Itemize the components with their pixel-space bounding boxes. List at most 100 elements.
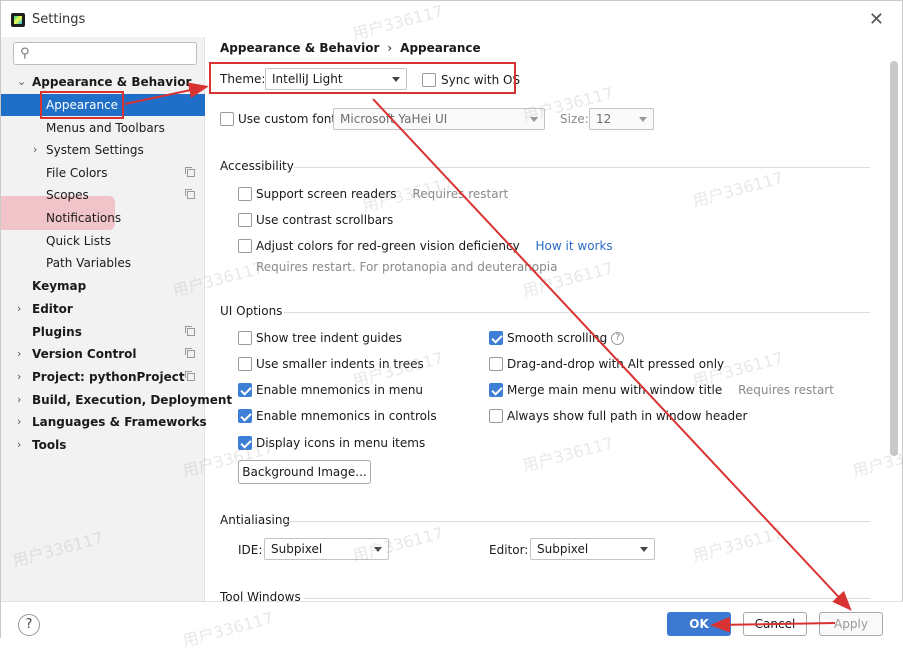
tree-indent-guides-label[interactable]: Show tree indent guides	[256, 330, 402, 346]
ide-label: IDE:	[238, 543, 263, 557]
sidebar-item-label: Notifications	[46, 211, 122, 225]
sidebar-item-editor[interactable]: › Editor	[1, 298, 205, 320]
divider	[304, 598, 870, 599]
mnemonics-menu-label[interactable]: Enable mnemonics in menu	[256, 382, 423, 398]
breadcrumb-parent: Appearance & Behavior	[220, 41, 380, 55]
merge-main-menu-text: Merge main menu with window title	[507, 383, 723, 397]
divider	[284, 312, 870, 313]
sidebar-item-label: File Colors	[46, 166, 108, 180]
breadcrumb-current: Appearance	[400, 41, 481, 55]
help-icon[interactable]: ?	[611, 332, 625, 345]
red-green-text: Adjust colors for red-green vision defic…	[256, 239, 520, 253]
apply-button[interactable]: Apply	[819, 612, 883, 636]
red-green-hint: Requires restart. For protanopia and deu…	[256, 260, 558, 274]
full-path-header-checkbox[interactable]	[489, 409, 503, 423]
red-green-checkbox[interactable]	[238, 239, 252, 253]
accessibility-title: Accessibility	[220, 159, 294, 173]
sidebar-item-menus-toolbars[interactable]: Menus and Toolbars	[1, 117, 205, 139]
drag-drop-alt-label[interactable]: Drag-and-drop with Alt pressed only	[507, 356, 724, 372]
screen-readers-label[interactable]: Support screen readers Requires restart	[256, 186, 508, 202]
sidebar-item-build[interactable]: › Build, Execution, Deployment	[1, 389, 232, 411]
mnemonics-menu-checkbox[interactable]	[238, 383, 252, 397]
pycharm-logo-icon	[11, 13, 25, 27]
mnemonics-controls-checkbox[interactable]	[238, 409, 252, 423]
chevron-right-icon: ›	[33, 143, 38, 156]
chevron-down-icon	[374, 547, 382, 552]
sidebar-item-label: Languages & Frameworks	[32, 415, 207, 429]
project-scope-icon	[185, 326, 195, 336]
window-title: Settings	[32, 12, 86, 27]
smaller-indents-checkbox[interactable]	[238, 357, 252, 371]
sidebar-item-project[interactable]: › Project: pythonProject	[1, 366, 205, 388]
font-select[interactable]: Microsoft YaHei UI	[333, 108, 545, 130]
close-icon[interactable]: ✕	[869, 9, 884, 30]
chevron-right-icon: ›	[17, 393, 22, 406]
smooth-scrolling-checkbox[interactable]	[489, 331, 503, 345]
scrollbar-thumb[interactable]	[890, 61, 898, 456]
sidebar-item-languages[interactable]: › Languages & Frameworks	[1, 411, 207, 433]
screen-readers-text: Support screen readers	[256, 187, 397, 201]
requires-restart-hint: Requires restart	[412, 187, 509, 201]
divider	[294, 167, 870, 168]
sidebar-item-scopes[interactable]: Scopes	[1, 184, 205, 206]
search-input[interactable]	[38, 45, 188, 62]
contrast-scrollbars-label[interactable]: Use contrast scrollbars	[256, 212, 393, 228]
sidebar-item-label: System Settings	[46, 143, 144, 157]
merge-main-menu-label[interactable]: Merge main menu with window title Requir…	[507, 382, 834, 398]
search-field[interactable]: ⚲	[13, 42, 197, 65]
font-size-value: 12	[596, 112, 612, 126]
smooth-scrolling-text: Smooth scrolling	[507, 331, 608, 345]
chevron-down-icon	[639, 117, 647, 122]
tree-indent-guides-checkbox[interactable]	[238, 331, 252, 345]
merge-main-menu-checkbox[interactable]	[489, 383, 503, 397]
sidebar-item-notifications[interactable]: Notifications	[1, 207, 205, 229]
sidebar-item-label: Tools	[32, 438, 67, 452]
project-scope-icon	[185, 167, 195, 177]
sidebar-item-path-variables[interactable]: Path Variables	[1, 252, 205, 274]
chevron-down-icon	[530, 117, 538, 122]
settings-window: Settings ✕ ⚲ ⌄ Appearance & Behavior App…	[0, 0, 903, 651]
sidebar-item-appearance-behavior[interactable]: ⌄ Appearance & Behavior	[1, 71, 205, 93]
sidebar-item-plugins[interactable]: Plugins	[1, 321, 205, 343]
sidebar-item-system-settings[interactable]: › System Settings	[1, 139, 205, 161]
sidebar-item-tools[interactable]: › Tools	[1, 434, 205, 456]
sidebar-item-label: Quick Lists	[46, 234, 111, 248]
dialog-footer: ? OK Cancel Apply	[1, 601, 903, 639]
drag-drop-alt-checkbox[interactable]	[489, 357, 503, 371]
display-icons-label[interactable]: Display icons in menu items	[256, 435, 425, 451]
ide-antialiasing-select[interactable]: Subpixel	[264, 538, 389, 560]
custom-font-checkbox[interactable]	[220, 112, 234, 126]
divider	[288, 521, 870, 522]
cancel-button[interactable]: Cancel	[743, 612, 807, 636]
sidebar-item-label: Project: pythonProject	[32, 370, 185, 384]
editor-antialiasing-select[interactable]: Subpixel	[530, 538, 655, 560]
size-label: Size:	[560, 112, 589, 126]
sidebar-item-keymap[interactable]: Keymap	[1, 275, 205, 297]
sidebar-item-file-colors[interactable]: File Colors	[1, 162, 205, 184]
smooth-scrolling-label[interactable]: Smooth scrolling?	[507, 330, 625, 346]
ok-button[interactable]: OK	[667, 612, 731, 636]
sidebar-item-label: Editor	[32, 302, 73, 316]
contrast-scrollbars-checkbox[interactable]	[238, 213, 252, 227]
chevron-right-icon: ›	[17, 370, 22, 383]
mnemonics-controls-label[interactable]: Enable mnemonics in controls	[256, 408, 437, 424]
how-it-works-link[interactable]: How it works	[536, 239, 613, 253]
background-image-button[interactable]: Background Image...	[238, 460, 371, 484]
custom-font-label[interactable]: Use custom font:	[238, 111, 340, 127]
chevron-right-icon: ›	[17, 415, 22, 428]
editor-antialiasing-value: Subpixel	[537, 542, 589, 556]
sidebar-item-quick-lists[interactable]: Quick Lists	[1, 230, 205, 252]
screen-readers-checkbox[interactable]	[238, 187, 252, 201]
chevron-right-icon: ›	[17, 438, 22, 451]
smaller-indents-label[interactable]: Use smaller indents in trees	[256, 356, 424, 372]
breadcrumb-separator: ›	[387, 41, 393, 55]
help-button[interactable]: ?	[18, 614, 40, 636]
sidebar-item-label: Build, Execution, Deployment	[32, 393, 233, 407]
red-green-label[interactable]: Adjust colors for red-green vision defic…	[256, 238, 613, 254]
display-icons-checkbox[interactable]	[238, 436, 252, 450]
font-size-select[interactable]: 12	[589, 108, 654, 130]
full-path-header-label[interactable]: Always show full path in window header	[507, 408, 748, 424]
sidebar-item-version-control[interactable]: › Version Control	[1, 343, 205, 365]
title-bar: Settings ✕	[1, 1, 903, 37]
breadcrumb: Appearance & Behavior › Appearance	[220, 41, 481, 55]
